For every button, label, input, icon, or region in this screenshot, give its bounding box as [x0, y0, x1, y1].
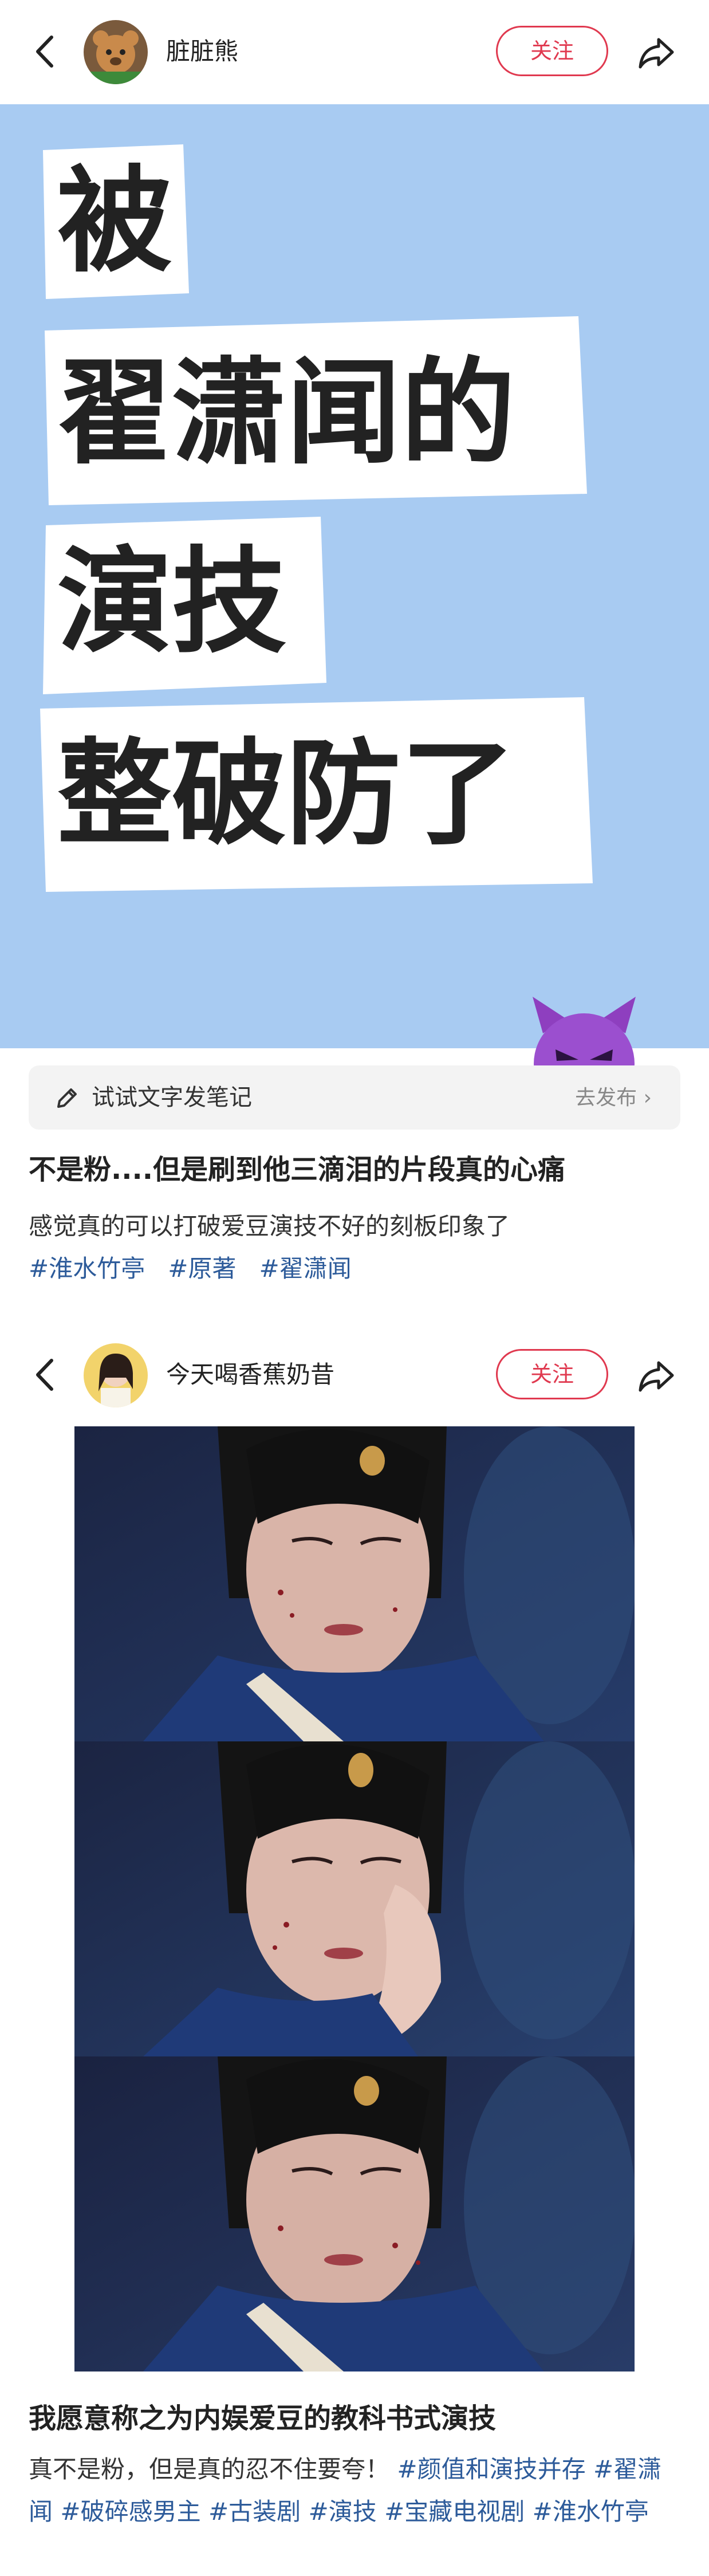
hashtag[interactable]: #淮水竹亭: [533, 2498, 649, 2526]
post-body: 感觉真的可以打破爱豆演技不好的刻板印象了 #淮水竹亭 #原著 #翟潇闻: [29, 1205, 682, 1289]
username[interactable]: 脏脏熊: [166, 36, 238, 68]
hashtag[interactable]: #古装剧: [208, 2498, 301, 2526]
post-body-text: 感觉真的可以打破爱豆演技不好的刻板印象了: [29, 1212, 510, 1240]
back-arrow-icon[interactable]: [29, 1355, 63, 1395]
hashtag[interactable]: #原著: [168, 1254, 236, 1283]
hashtag[interactable]: #破碎感男主: [60, 2498, 200, 2526]
share-icon[interactable]: [636, 1355, 677, 1396]
hashtag[interactable]: #演技: [309, 2498, 377, 2526]
post-title: 我愿意称之为内娱爱豆的教科书式演技: [29, 2402, 497, 2435]
follow-button[interactable]: 关注: [496, 1349, 608, 1399]
hashtag[interactable]: #宝藏电视剧: [384, 2498, 525, 2526]
post-body: 真不是粉，但是真的忍不住要夸！ #颜值和演技并存 #翟潇闻 #破碎感男主 #古装…: [29, 2448, 682, 2576]
pen-icon: [54, 1086, 79, 1114]
hashtag[interactable]: #淮水竹亭: [29, 1254, 145, 1283]
still-frame-3: [74, 2056, 635, 2372]
cover-image[interactable]: 被 翟潇闻的 演技 整破防了: [0, 104, 709, 1114]
cover-line-2: 翟潇闻的: [57, 347, 516, 480]
post-header: 今天喝香蕉奶昔 关注: [0, 1323, 709, 1426]
follow-button[interactable]: 关注: [496, 26, 608, 76]
still-frame-1: [74, 1426, 635, 1741]
divider: [0, 1289, 709, 1323]
post-card-2: 今天喝香蕉奶昔 关注 我愿意称之为内娱爱豆的教科书式演技 真不是粉，但是真的忍不…: [0, 1323, 709, 2576]
cover-line-1: 被: [57, 155, 172, 288]
post-header: 脏脏熊 关注: [0, 0, 709, 103]
post-title: 不是粉....但是刷到他三滴泪的片段真的心痛: [29, 1154, 565, 1186]
publish-link[interactable]: 去发布 ›: [575, 1085, 652, 1111]
post-card-1: 脏脏熊 关注 被 翟潇闻的 演技 整破防了 试试文字发笔记 去发布 › 不是粉.…: [0, 0, 709, 1289]
cover-line-3: 演技: [57, 536, 287, 669]
still-frame-2: [74, 1741, 635, 2056]
avatar[interactable]: [84, 1343, 148, 1407]
username[interactable]: 今天喝香蕉奶昔: [166, 1359, 334, 1391]
post-image[interactable]: [74, 1426, 635, 2372]
back-arrow-icon[interactable]: [29, 32, 63, 72]
tip-text: 试试文字发笔记: [92, 1084, 252, 1111]
avatar[interactable]: [84, 20, 148, 84]
hashtag[interactable]: #颜值和演技并存: [397, 2455, 585, 2483]
post-text-note-bar[interactable]: 试试文字发笔记 去发布 ›: [29, 1065, 680, 1130]
hashtag[interactable]: #翟潇闻: [259, 1254, 352, 1283]
cover-line-4: 整破防了: [57, 727, 516, 861]
share-icon[interactable]: [636, 32, 677, 73]
post-body-text: 真不是粉，但是真的忍不住要夸！: [29, 2455, 390, 2483]
